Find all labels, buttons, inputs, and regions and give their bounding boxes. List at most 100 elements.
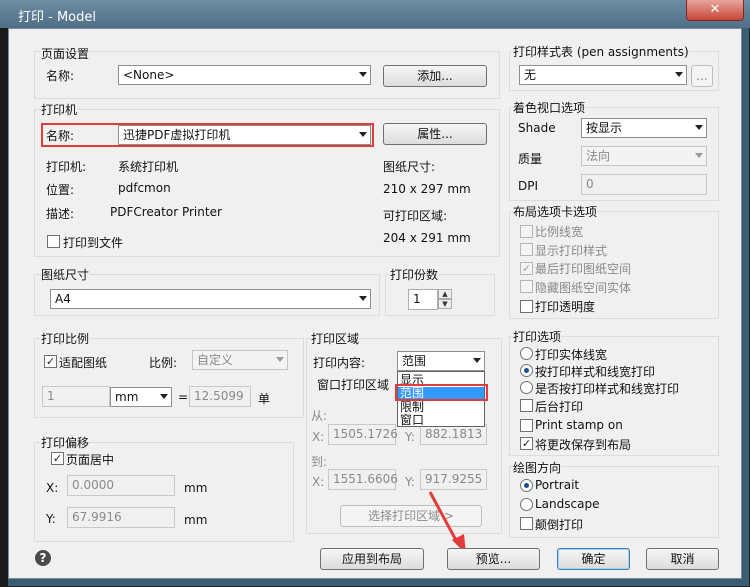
shade-label: Shade [518, 121, 556, 135]
window-title: 打印 - Model [18, 10, 96, 25]
save-changes-label: 将更改保存到布局 [535, 438, 632, 452]
preview-button[interactable]: 预览... [447, 548, 540, 570]
plot-transparency-label: 打印透明度 [535, 300, 596, 314]
offset-x-input[interactable]: 0.0000 [67, 475, 175, 496]
plot-content-select[interactable]: 范围 [397, 351, 485, 371]
chevron-down-icon [695, 125, 703, 130]
fit-to-paper-checkbox[interactable]: ✓ [44, 355, 57, 368]
background-plot-checkbox[interactable] [520, 399, 533, 412]
plot-object-lineweights-radio[interactable] [520, 347, 533, 360]
page-setup-name-select[interactable]: <None> [118, 65, 371, 85]
scale-unit-value: mm [115, 390, 139, 404]
apply-to-layout-button[interactable]: 应用到布局 [320, 548, 424, 570]
copies-up-button[interactable]: ▲ [438, 289, 452, 299]
print-to-file-checkbox[interactable] [47, 235, 60, 248]
plot-with-styles-label: 按打印样式和线宽打印 [535, 365, 656, 379]
plot-content-option-limits[interactable]: 限制 [400, 401, 424, 413]
plot-area-title: 打印区域 [311, 330, 360, 347]
upside-down-checkbox[interactable] [520, 517, 533, 530]
scale-title: 打印比例 [41, 330, 90, 347]
offset-x-unit: mm [184, 481, 208, 495]
plot-with-styles-radio[interactable] [520, 364, 533, 377]
plot-content-option-window[interactable]: 窗口 [400, 414, 424, 426]
dpi-input[interactable]: 0 [581, 174, 707, 195]
close-button[interactable]: ✕ [686, 0, 744, 21]
copies-down-button[interactable]: ▼ [438, 299, 452, 309]
chevron-down-icon [695, 153, 703, 158]
landscape-radio[interactable] [520, 498, 533, 511]
printer-location-value: pdfcmon [118, 181, 171, 195]
copies-input[interactable]: 1 [408, 289, 438, 310]
printer-properties-button[interactable]: 属性... [383, 123, 487, 145]
print-stamp-label: Print stamp on [535, 418, 623, 432]
scale-select[interactable]: 自定义 [192, 350, 288, 370]
plot-content-value: 范围 [402, 354, 427, 368]
copies-title: 打印份数 [390, 266, 439, 283]
chevron-down-icon [359, 132, 367, 137]
chevron-down-icon [359, 72, 367, 77]
fit-to-paper-label: 适配图纸 [59, 356, 108, 370]
quality-select[interactable]: 法向 [581, 146, 707, 166]
printer-name-value: 迅捷PDF虚拟打印机 [123, 128, 231, 142]
scale-lineweights-label: 比例线宽 [535, 225, 584, 239]
from-label: 从: [311, 409, 328, 423]
scale-unit-select[interactable]: mm [110, 387, 172, 407]
center-page-label: 页面居中 [66, 453, 115, 467]
hide-paperspace-objects-checkbox[interactable] [520, 280, 533, 293]
title-bar[interactable] [0, 0, 750, 28]
portrait-radio[interactable] [520, 479, 533, 492]
background-canvas [0, 28, 8, 587]
plot-paperspace-last-checkbox[interactable]: ✓ [520, 262, 533, 275]
center-page-checkbox[interactable]: ✓ [51, 452, 64, 465]
to-x-label: X: [312, 475, 325, 489]
cancel-button[interactable]: 取消 [646, 548, 719, 570]
layout-options-title: 布局选项卡选项 [513, 203, 598, 220]
chevron-down-icon [359, 296, 367, 301]
plot-with-styles-alt-radio[interactable] [520, 381, 533, 394]
add-page-setup-button[interactable]: 添加... [383, 65, 487, 87]
show-plot-styles-checkbox[interactable] [520, 243, 533, 256]
scale-value1-input[interactable]: 1 [42, 386, 110, 407]
chevron-down-icon [276, 357, 284, 362]
landscape-label: Landscape [535, 497, 600, 511]
background-plot-label: 后台打印 [535, 400, 584, 414]
dpi-label: DPI [518, 179, 539, 193]
page-setup-name-label: 名称: [46, 69, 75, 83]
scale-lineweights-checkbox[interactable] [520, 225, 533, 238]
plot-transparency-checkbox[interactable] [520, 300, 533, 313]
from-y-label: Y: [405, 430, 415, 444]
style-table-edit-button[interactable]: ... [691, 65, 713, 87]
from-x-input[interactable]: 1505.1726 [328, 424, 398, 445]
from-y-input[interactable]: 882.1813 [420, 424, 487, 445]
scale-value2-input[interactable]: 12.5099 [189, 386, 251, 407]
hide-paperspace-objects-label: 隐藏图纸空间实体 [535, 281, 632, 295]
to-x-input[interactable]: 1551.6606 [328, 469, 398, 490]
printer-name-select[interactable]: 迅捷PDF虚拟打印机 [118, 125, 371, 145]
ok-button[interactable]: 确定 [557, 548, 630, 570]
offset-y-unit: mm [184, 513, 208, 527]
scale-unit-label: 单 [258, 392, 271, 406]
printable-area-value: 204 x 291 mm [383, 231, 471, 245]
help-icon[interactable]: ? [35, 550, 51, 566]
printer-type-value: 系统打印机 [118, 160, 179, 174]
shade-select[interactable]: 按显示 [581, 118, 707, 138]
dialog-client: 页面设置 名称: <None> 添加... 打印机 名称: 迅捷PDF虚拟打印机… [8, 28, 742, 579]
offset-y-input[interactable]: 67.9916 [67, 507, 175, 528]
to-label: 到: [311, 455, 328, 469]
printer-location-label: 位置: [46, 183, 75, 197]
plot-with-styles-alt-label: 是否按打印样式和线宽打印 [535, 382, 680, 396]
page-setup-title: 页面设置 [41, 45, 90, 62]
style-table-select[interactable]: 无 [519, 65, 687, 85]
printer-title: 打印机 [41, 101, 78, 118]
paper-size-select[interactable]: A4 [50, 289, 371, 309]
extents-option-highlight [395, 384, 488, 401]
upside-down-label: 颠倒打印 [535, 518, 584, 532]
paper-size-title: 图纸尺寸 [41, 266, 90, 283]
print-options-title: 打印选项 [513, 328, 562, 345]
show-plot-styles-label: 显示打印样式 [535, 244, 608, 258]
chevron-down-icon [473, 358, 481, 363]
window-area-label: 窗口打印区域 [317, 378, 390, 392]
print-stamp-checkbox[interactable] [520, 419, 533, 432]
orientation-title: 绘图方向 [513, 459, 562, 476]
save-changes-checkbox[interactable]: ✓ [520, 437, 533, 450]
